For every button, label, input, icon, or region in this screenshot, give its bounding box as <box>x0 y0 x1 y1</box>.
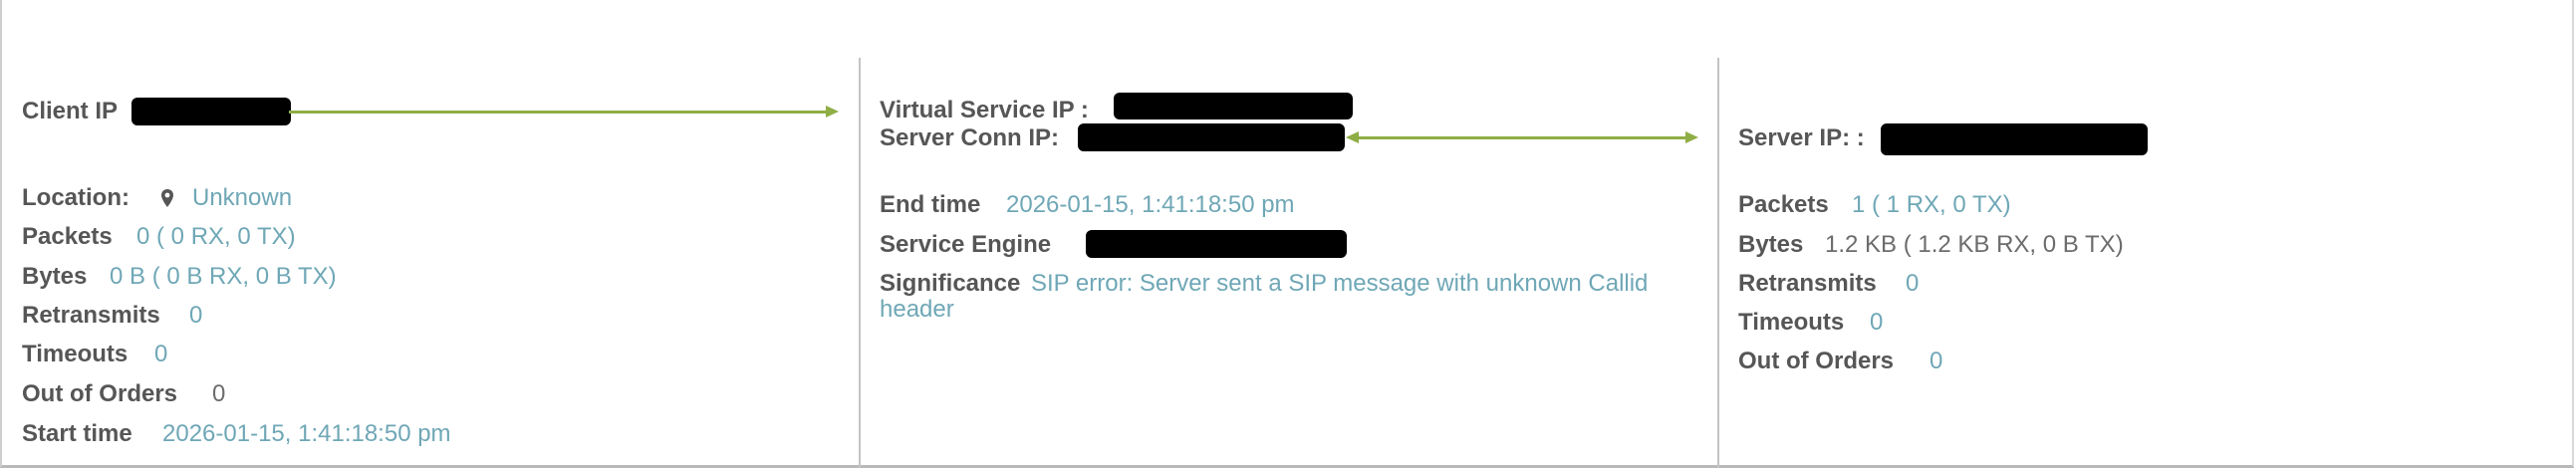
server-out-of-orders-label: Out of Orders <box>1738 348 1895 374</box>
service-engine-redacted[interactable] <box>1086 230 1347 258</box>
client-packets-label: Packets <box>22 223 113 250</box>
significance-value: SIP error: Server sent a SIP message wit… <box>880 270 1649 323</box>
virtual-service-ip-redacted <box>1114 93 1353 119</box>
start-time-value: 2026-01-15, 1:41:18:50 pm <box>162 420 451 447</box>
server-retransmits-label: Retransmits <box>1738 270 1877 297</box>
location-label: Location: <box>22 184 129 211</box>
end-time-label: End time <box>880 191 981 218</box>
arrow-right-icon <box>289 106 839 118</box>
client-ip-label: Client IP <box>22 98 119 124</box>
location-value[interactable]: Unknown <box>192 183 292 213</box>
client-ip-redacted <box>131 98 291 125</box>
virtual-service-ip-label: Virtual Service IP : <box>880 97 1089 123</box>
client-timeouts-label: Timeouts <box>22 341 129 367</box>
client-packets-value: 0 ( 0 RX, 0 TX) <box>136 223 296 250</box>
server-timeouts-value: 0 <box>1870 309 1884 336</box>
server-ip-redacted <box>1881 123 2148 155</box>
server-conn-ip-label: Server Conn IP: <box>880 124 1060 151</box>
server-packets-label: Packets <box>1738 191 1829 218</box>
server-ip-label: Server IP: : <box>1738 124 1865 151</box>
column-divider-left <box>859 58 861 468</box>
arrow-head-left-icon <box>1346 131 1359 143</box>
server-timeouts-label: Timeouts <box>1738 309 1845 336</box>
client-bytes-value: 0 B ( 0 B RX, 0 B TX) <box>110 263 337 290</box>
client-retransmits-label: Retransmits <box>22 302 160 329</box>
client-bytes-label: Bytes <box>22 263 88 290</box>
double-arrow-icon <box>1346 131 1698 143</box>
server-bytes-label: Bytes <box>1738 231 1804 258</box>
client-retransmits-value: 0 <box>189 302 203 329</box>
map-pin-icon <box>161 189 173 207</box>
arrow-head-icon <box>826 106 839 118</box>
client-out-of-orders-label: Out of Orders <box>22 380 178 407</box>
service-engine-label: Service Engine <box>880 231 1052 258</box>
server-bytes-value: 1.2 KB ( 1.2 KB RX, 0 B TX) <box>1825 231 2124 258</box>
column-divider-right <box>1717 58 1719 468</box>
server-retransmits-value: 0 <box>1906 270 1920 297</box>
client-out-of-orders-value: 0 <box>212 380 226 407</box>
start-time-label: Start time <box>22 420 132 447</box>
server-conn-ip-redacted <box>1078 123 1345 151</box>
client-timeouts-value: 0 <box>154 341 168 367</box>
server-packets-value: 1 ( 1 RX, 0 TX) <box>1852 191 2011 218</box>
arrow-head-right-icon <box>1685 131 1698 143</box>
server-out-of-orders-value: 0 <box>1930 348 1943 374</box>
end-time-value: 2026-01-15, 1:41:18:50 pm <box>1006 191 1295 218</box>
